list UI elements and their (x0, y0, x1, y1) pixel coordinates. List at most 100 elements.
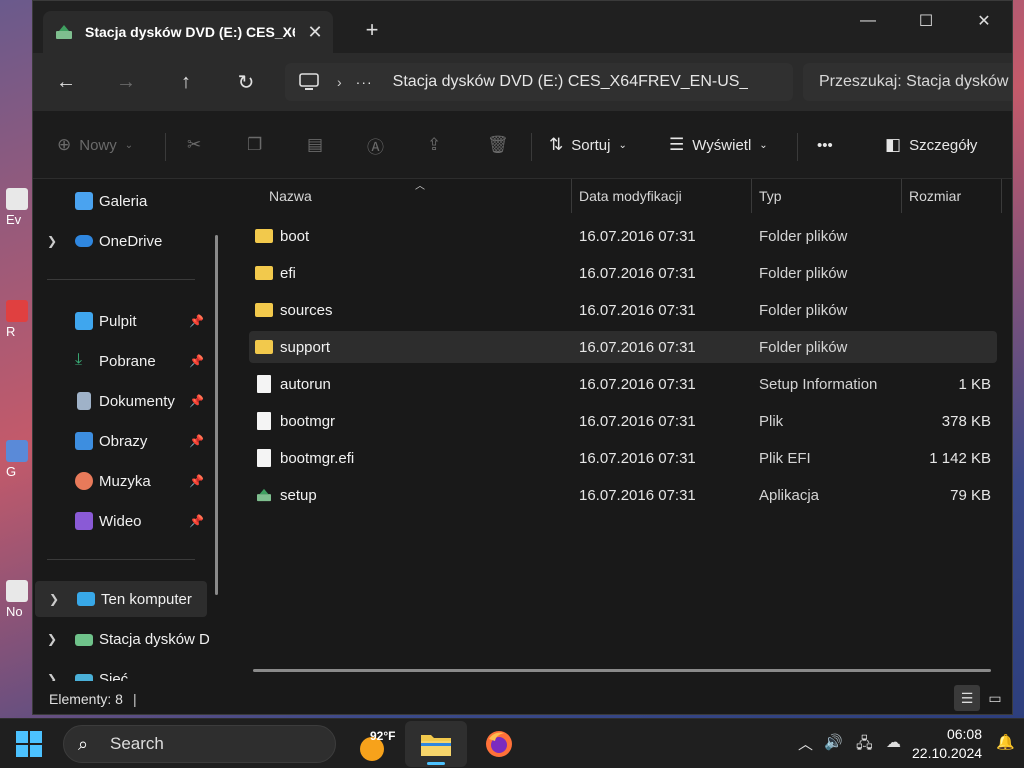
new-tab-button[interactable]: + (359, 17, 385, 43)
folder-icon (255, 303, 273, 317)
download-icon: ⤓ (75, 351, 83, 368)
sidebar-item-network[interactable]: ❯ Sieć (33, 661, 205, 681)
file-row[interactable]: sources 16.07.2016 07:31 Folder plików (249, 294, 997, 326)
sidebar-item-videos[interactable]: Wideo 📌 (33, 503, 205, 539)
pin-icon[interactable]: 📌 (189, 394, 204, 408)
forward-button[interactable]: → (111, 67, 141, 97)
tiles-view-button[interactable]: ▭ (982, 685, 1008, 711)
sidebar-item-this-pc[interactable]: ❯ Ten komputer (35, 581, 207, 617)
sidebar-item-dvd-drive[interactable]: ❯ Stacja dysków D (33, 621, 209, 657)
new-button[interactable]: ⊕ Nowy ⌄ (57, 133, 133, 157)
delete-button[interactable]: 🗑 (487, 133, 517, 157)
clock[interactable]: 06:08 22.10.2024 (912, 725, 982, 763)
column-divider[interactable] (901, 179, 902, 213)
details-view-button[interactable]: ☰ (954, 685, 980, 711)
pin-icon[interactable]: 📌 (189, 474, 204, 488)
cut-button[interactable]: ✂ (187, 133, 209, 157)
address-bar[interactable]: › ··· Stacja dysków DVD (E:) CES_X64FREV… (285, 63, 793, 101)
column-divider[interactable] (1001, 179, 1002, 213)
sidebar-item-pictures[interactable]: Obrazy 📌 (33, 423, 205, 459)
sidebar-item-gallery[interactable]: Galeria (33, 183, 205, 219)
close-tab-icon[interactable]: ✕ (305, 22, 325, 43)
refresh-button[interactable]: ↻ (231, 67, 261, 97)
column-header-size[interactable]: Rozmiar (909, 179, 961, 213)
divider (47, 279, 195, 280)
file-row[interactable]: bootmgr.efi 16.07.2016 07:31 Plik EFI 1 … (249, 442, 997, 474)
taskbar-firefox[interactable] (468, 721, 530, 767)
chevron-right-icon[interactable]: ❯ (47, 632, 57, 646)
desktop-shortcut[interactable]: R (6, 300, 32, 339)
folder-icon (421, 735, 451, 756)
up-button[interactable]: ↑ (171, 67, 201, 97)
column-header-date[interactable]: Data modyfikacji (579, 179, 682, 213)
tiles-view-icon: ▭ (988, 689, 1002, 706)
file-row[interactable]: boot 16.07.2016 07:31 Folder plików (249, 220, 997, 252)
pin-icon[interactable]: 📌 (189, 434, 204, 448)
file-row[interactable]: autorun 16.07.2016 07:31 Setup Informati… (249, 368, 997, 400)
sidebar-item-desktop[interactable]: Pulpit 📌 (33, 303, 205, 339)
horizontal-scrollbar[interactable] (253, 669, 991, 672)
breadcrumb-overflow-button[interactable]: ··· (356, 74, 373, 90)
folder-icon (255, 266, 273, 280)
details-pane-button[interactable]: ◧ Szczegóły (885, 133, 977, 157)
pin-icon[interactable]: 📌 (189, 354, 204, 368)
start-button[interactable] (16, 731, 42, 757)
sidebar-item-downloads[interactable]: ⤓ Pobrane 📌 (33, 343, 205, 379)
notification-bell-icon[interactable]: 🔔 (996, 733, 1015, 751)
sort-button[interactable]: ⇅ Sortuj ⌄ (549, 133, 627, 157)
column-divider[interactable] (751, 179, 752, 213)
file-row[interactable]: efi 16.07.2016 07:31 Folder plików (249, 257, 997, 289)
weather-widget[interactable]: 92°F (360, 727, 400, 761)
taskbar-file-explorer[interactable] (405, 721, 467, 767)
file-icon (257, 412, 271, 430)
taskbar-search-label: Search (110, 734, 164, 753)
copy-button[interactable]: ❐ (247, 133, 270, 157)
plus-circle-icon: ⊕ (57, 135, 72, 154)
maximize-button[interactable]: ☐ (897, 1, 955, 41)
item-count: Elementy: 8 (49, 690, 123, 707)
column-header-name[interactable]: Nazwa (269, 179, 312, 213)
speaker-icon[interactable]: 🔊 (824, 733, 843, 751)
sidebar-scrollbar[interactable] (215, 235, 218, 595)
chevron-up-icon[interactable]: ︿ (798, 733, 813, 754)
minimize-button[interactable]: — (839, 1, 897, 41)
sidebar-item-music[interactable]: Muzyka 📌 (33, 463, 205, 499)
pin-icon[interactable]: 📌 (189, 314, 204, 328)
search-input[interactable]: Przeszukaj: Stacja dysków (803, 63, 1012, 101)
file-row[interactable]: bootmgr 16.07.2016 07:31 Plik 378 KB (249, 405, 997, 437)
sidebar-item-documents[interactable]: Dokumenty 📌 (33, 383, 205, 419)
file-explorer-window: Stacja dysków DVD (E:) CES_X6 ✕ + — ☐ ✕ … (32, 0, 1013, 715)
close-window-button[interactable]: ✕ (955, 1, 1012, 41)
taskbar-search[interactable]: ⌕ Search (63, 725, 336, 763)
breadcrumb-separator[interactable]: › (337, 74, 342, 90)
share-button[interactable]: ⇪ (427, 133, 449, 157)
view-button[interactable]: ☰ Wyświetl ⌄ (669, 133, 768, 157)
network-status-icon[interactable]: 🖧 (856, 733, 873, 758)
desktop-shortcut[interactable]: No (6, 580, 32, 619)
chevron-right-icon[interactable]: ❯ (49, 592, 59, 606)
battery-icon[interactable]: ☁ (886, 733, 901, 751)
explorer-tab[interactable]: Stacja dysków DVD (E:) CES_X6 ✕ (43, 11, 333, 53)
column-divider[interactable] (571, 179, 572, 213)
file-list: ︿ Nazwa Data modyfikacji Typ Rozmiar boo… (229, 179, 1012, 681)
pin-icon[interactable]: 📌 (189, 514, 204, 528)
chevron-right-icon[interactable]: ❯ (47, 234, 57, 248)
paste-button[interactable]: ▤ (307, 133, 331, 157)
breadcrumb-path[interactable]: Stacja dysków DVD (E:) CES_X64FREV_EN-US… (393, 73, 749, 91)
desktop-shortcut[interactable]: G (6, 440, 32, 479)
shortcut-icon (6, 188, 28, 210)
chevron-right-icon[interactable]: ❯ (47, 672, 57, 681)
list-view-icon: ☰ (669, 135, 685, 154)
column-header-type[interactable]: Typ (759, 179, 782, 213)
back-button[interactable]: ← (51, 67, 81, 97)
active-app-indicator (427, 762, 445, 765)
file-row-hovered[interactable]: support 16.07.2016 07:31 Folder plików (249, 331, 997, 363)
search-icon: ⌕ (78, 734, 89, 754)
navigation-pane: Galeria ❯ OneDrive Pulpit 📌 ⤓ Pobrane 📌 … (33, 179, 229, 681)
status-bar: Elementy: 8 | (33, 681, 1012, 714)
desktop-shortcut[interactable]: Ev (6, 188, 32, 227)
more-options-button[interactable]: ••• (817, 133, 833, 157)
rename-button[interactable]: Ⓐ (367, 133, 392, 157)
sidebar-item-onedrive[interactable]: ❯ OneDrive (33, 223, 205, 259)
file-row[interactable]: setup 16.07.2016 07:31 Aplikacja 79 KB (249, 479, 997, 511)
